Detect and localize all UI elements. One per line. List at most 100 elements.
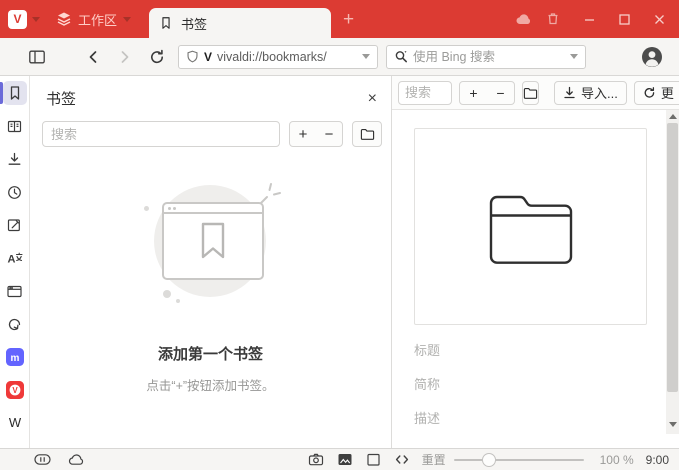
new-folder-button[interactable]	[352, 121, 382, 147]
update-thumbnail-button[interactable]: 更	[633, 80, 679, 105]
panel-title: 书签	[46, 91, 77, 108]
url-text: vivaldi://bookmarks/	[217, 49, 327, 64]
svg-text:m: m	[10, 353, 19, 364]
vivaldi-badge-icon: V	[204, 49, 213, 64]
reload-button[interactable]	[148, 48, 166, 66]
panel-rail: A m V W	[0, 76, 30, 448]
tab-title: 书签	[181, 16, 208, 32]
statusbar: 重置 100 % 9:00	[0, 448, 679, 470]
rail-notes-button[interactable]	[3, 213, 27, 237]
close-button[interactable]	[654, 14, 665, 25]
empty-state-title: 添加第一个书签	[157, 346, 263, 363]
title-field[interactable]	[414, 338, 639, 362]
download-icon	[8, 152, 21, 165]
page-search-input[interactable]	[398, 80, 452, 105]
rail-reading-list-button[interactable]	[3, 114, 27, 138]
trash-icon[interactable]	[545, 11, 561, 27]
translate-icon: A	[8, 252, 23, 265]
rail-sessions-button[interactable]	[3, 312, 27, 336]
bookmark-icon	[10, 86, 19, 100]
description-field[interactable]	[414, 406, 639, 430]
vivaldi-menu-button[interactable]: V	[8, 9, 40, 29]
sidebar-toggle-icon[interactable]	[28, 48, 46, 66]
window-icon	[7, 285, 22, 297]
empty-state-hint: 点击“+”按钮添加书签。	[146, 379, 275, 393]
import-arrow-icon	[564, 86, 575, 99]
code-icon[interactable]	[394, 452, 410, 467]
chevron-down-icon[interactable]	[570, 54, 578, 59]
scrollbar-thumb[interactable]	[667, 123, 678, 392]
profile-avatar[interactable]	[641, 46, 663, 68]
rail-mastodon-button[interactable]: m	[3, 345, 27, 369]
add-bookmark-button[interactable]: +	[290, 122, 316, 146]
search-input[interactable]	[413, 49, 566, 64]
workspace-button[interactable]: 工作区	[56, 10, 132, 29]
illustration-dot	[143, 206, 149, 211]
graphic-titlebar	[163, 204, 262, 214]
mastodon-icon: m	[5, 348, 24, 366]
page-remove-bookmark-button[interactable]: −	[487, 82, 514, 104]
folder-preview-card	[414, 128, 647, 325]
svg-text:W: W	[8, 415, 21, 430]
folder-icon	[360, 129, 374, 140]
workspace-label: 工作区	[78, 12, 118, 28]
minimize-button[interactable]	[584, 14, 595, 25]
tiling-icon[interactable]	[366, 452, 381, 467]
illustration-dot	[162, 290, 171, 298]
page-new-folder-button[interactable]	[522, 80, 539, 105]
rail-downloads-button[interactable]	[3, 147, 27, 171]
rail-history-button[interactable]	[3, 180, 27, 204]
panel-toolbar: + −	[30, 111, 391, 147]
book-icon	[7, 120, 22, 132]
folder-icon	[523, 87, 538, 99]
import-button[interactable]: 导入...	[554, 80, 627, 105]
panel-header: 书签 ×	[30, 76, 391, 111]
scroll-down-arrow[interactable]	[669, 422, 677, 427]
rail-wikipedia-button[interactable]: W	[3, 411, 27, 435]
back-button[interactable]	[84, 48, 102, 66]
bookmark-favicon-icon	[162, 17, 170, 29]
page-toolbar: + − 导入... 更	[392, 76, 679, 110]
zoom-slider-knob[interactable]	[482, 452, 497, 467]
tab-bookmarks[interactable]: 书签	[149, 8, 332, 38]
rail-bookmarks-button[interactable]	[0, 81, 27, 105]
address-field[interactable]: V vivaldi://bookmarks/	[178, 44, 378, 69]
page-actions-image-icon[interactable]	[337, 452, 353, 467]
page-add-remove-group: + −	[459, 80, 515, 105]
rail-windows-button[interactable]	[3, 279, 27, 303]
illustration-dot	[175, 299, 180, 303]
panel-toggle-button[interactable]	[34, 452, 51, 467]
new-tab-button[interactable]: +	[343, 10, 354, 29]
panel-close-button[interactable]: ×	[368, 90, 377, 107]
large-folder-icon	[489, 195, 572, 264]
rail-vivaldi-button[interactable]: V	[3, 378, 27, 402]
zoom-level: 100 %	[599, 452, 634, 467]
page-content	[392, 110, 679, 448]
titlebar: V 工作区 书签 +	[0, 0, 679, 38]
zoom-slider-track[interactable]	[453, 458, 584, 461]
scroll-up-arrow[interactable]	[669, 114, 677, 119]
bookmarks-panel: 书签 × + −	[30, 76, 392, 448]
remove-bookmark-button[interactable]: −	[316, 122, 342, 146]
search-field[interactable]	[386, 44, 586, 69]
page-scrollbar[interactable]	[666, 110, 679, 434]
chevron-down-icon[interactable]	[362, 54, 370, 59]
capture-camera-icon[interactable]	[308, 452, 324, 467]
maximize-button[interactable]	[619, 13, 630, 25]
nickname-field[interactable]	[414, 372, 639, 396]
sync-cloud-icon[interactable]	[514, 11, 532, 27]
loop-arrow-icon	[8, 318, 21, 330]
workspace-layers-icon	[57, 12, 71, 26]
zoom-reset-button[interactable]: 重置	[422, 451, 446, 468]
bookmark-detail-form	[414, 338, 653, 430]
sync-status-cloud-icon[interactable]	[67, 452, 85, 467]
bookmark-ribbon-icon	[201, 222, 224, 259]
panel-search-input[interactable]	[42, 121, 280, 147]
empty-state-illustration	[91, 183, 331, 315]
bookmarks-page: + − 导入... 更	[392, 76, 679, 448]
svg-text:V: V	[12, 386, 18, 395]
zoom-slider[interactable]	[453, 452, 584, 467]
rail-translate-button[interactable]: A	[3, 246, 27, 270]
page-add-bookmark-button[interactable]: +	[460, 82, 487, 104]
forward-button[interactable]	[116, 48, 134, 66]
